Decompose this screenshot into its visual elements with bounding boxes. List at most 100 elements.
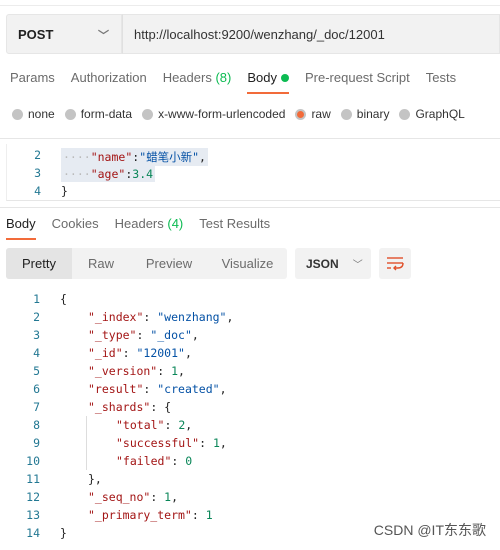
code-token: , (184, 346, 192, 360)
view-mode-pretty[interactable]: Pretty (6, 248, 72, 279)
tab-label: Tests (425, 70, 457, 85)
status-dot-icon (280, 74, 289, 82)
code-token: "successful" (116, 436, 200, 450)
code-line: "_index": "wenzhang", (88, 310, 233, 324)
code-token: : (122, 346, 137, 360)
code-line: "successful": 1, (116, 436, 227, 450)
code-token: "failed" (116, 454, 172, 468)
url-input[interactable]: http://localhost:9200/wenzhang/_doc/1200… (122, 14, 500, 54)
chevron-down-icon: ﹀ (352, 260, 363, 271)
line-number: 2 (34, 148, 41, 162)
radio-graphql[interactable]: GraphQL (399, 107, 465, 121)
code-token: : (143, 382, 158, 396)
wrap-lines-icon (387, 256, 404, 270)
code-token: , (178, 364, 185, 378)
tab-tests[interactable]: Tests (426, 70, 456, 94)
code-token: , (199, 150, 206, 164)
code-token: : (150, 490, 165, 504)
request-body-editor[interactable]: 2 ····"name":"蜡笔小新", 3 ····"age":3.4 4} (6, 144, 500, 201)
line-number: 11 (26, 472, 40, 486)
code-token: "_seq_no" (88, 490, 151, 504)
code-token: "_type" (88, 328, 137, 342)
code-line: "failed": 0 (116, 454, 192, 468)
tab-label: Headers (162, 70, 212, 85)
view-mode-preview[interactable]: Preview (130, 248, 208, 279)
code-token: { (60, 292, 67, 306)
response-tab-test-results[interactable]: Test Results (199, 216, 270, 240)
line-number: 12 (26, 490, 40, 504)
line-number: 3 (34, 166, 41, 180)
tab-headers[interactable]: Headers (8) (163, 70, 232, 94)
body-type-options: none form-data x-www-form-urlencoded raw bin… (12, 107, 498, 121)
code-token: 1 (212, 436, 220, 450)
tab-label: Body (247, 70, 277, 85)
wrap-lines-button[interactable] (379, 248, 411, 279)
code-token: : (199, 436, 213, 450)
divider (0, 5, 500, 6)
code-line: } (61, 184, 68, 198)
view-mode-visualize[interactable]: Visualize (208, 248, 287, 279)
line-number: 8 (33, 418, 40, 432)
tab-pre-request-script[interactable]: Pre-request Script (305, 70, 410, 94)
radio-circle-icon (142, 108, 154, 120)
radio-form-data[interactable]: form-data (64, 107, 132, 121)
radio-none[interactable]: none (12, 107, 55, 121)
code-token: , (171, 490, 179, 504)
response-tab-cookies[interactable]: Cookies (52, 216, 99, 240)
response-tab-body[interactable]: Body (6, 216, 36, 240)
code-token: } (60, 526, 67, 540)
tab-body[interactable]: Body (247, 70, 289, 94)
code-line: ····"name":"蜡笔小新", (61, 148, 208, 166)
code-token: "蜡笔小新" (139, 150, 200, 164)
code-line: "_primary_term": 1 (88, 508, 213, 522)
method-select[interactable]: POST ﹀ (6, 14, 122, 54)
radio-binary[interactable]: binary (340, 107, 389, 121)
watermark: CSDN @IT东东歌 (373, 522, 486, 538)
code-token: 1 (171, 364, 179, 378)
format-label: JSON (306, 256, 339, 271)
line-number: 1 (33, 292, 40, 306)
code-token: , (219, 382, 227, 396)
code-token: "total" (116, 418, 165, 432)
code-token: "_doc" (150, 328, 192, 342)
chevron-down-icon: ﹀ (98, 30, 109, 42)
response-tab-headers[interactable]: Headers (4) (115, 216, 184, 240)
code-line: "_seq_no": 1, (88, 490, 178, 504)
format-select[interactable]: JSON ﹀ (295, 248, 371, 279)
code-token: "wenzhang" (157, 310, 227, 324)
code-token: 1 (205, 508, 213, 522)
radio-label: x-www-form-urlencoded (158, 107, 286, 121)
code-token: "_primary_term" (88, 508, 192, 522)
code-token: "_version" (88, 364, 158, 378)
line-number: 14 (26, 526, 40, 540)
response-body: 1 {2 "_index": "wenzhang", 3 "_type": "_doc"… (0, 290, 500, 540)
code-token: : (136, 328, 151, 342)
view-mode-raw[interactable]: Raw (72, 248, 130, 279)
radio-label: none (28, 107, 55, 121)
code-token: "result" (88, 382, 144, 396)
code-token: , (185, 418, 193, 432)
line-number: 6 (33, 382, 40, 396)
code-token: 3.4 (132, 167, 154, 181)
tab-label: Headers (114, 216, 164, 231)
radio-label: GraphQL (415, 107, 465, 121)
tab-params[interactable]: Params (10, 70, 55, 94)
divider (0, 138, 500, 139)
line-number: 5 (33, 364, 40, 378)
line-number: 4 (33, 346, 40, 360)
indent-guide (86, 416, 87, 470)
tab-count: (8) (215, 70, 232, 85)
radio-raw[interactable]: raw (295, 107, 331, 121)
code-line: } (60, 526, 67, 540)
code-token: : (164, 418, 179, 432)
code-line: "result": "created", (88, 382, 227, 396)
line-number: 13 (26, 508, 40, 522)
line-number: 3 (33, 328, 40, 342)
tab-authorization[interactable]: Authorization (71, 70, 147, 94)
tab-count: (4) (167, 216, 184, 231)
response-tabs: Body Cookies Headers (4) Test Results (6, 216, 270, 240)
tab-label: Test Results (199, 216, 271, 231)
radio-x-www-form-urlencoded[interactable]: x-www-form-urlencoded (142, 107, 285, 121)
code-token: } (61, 184, 68, 198)
code-line: { (60, 292, 67, 306)
